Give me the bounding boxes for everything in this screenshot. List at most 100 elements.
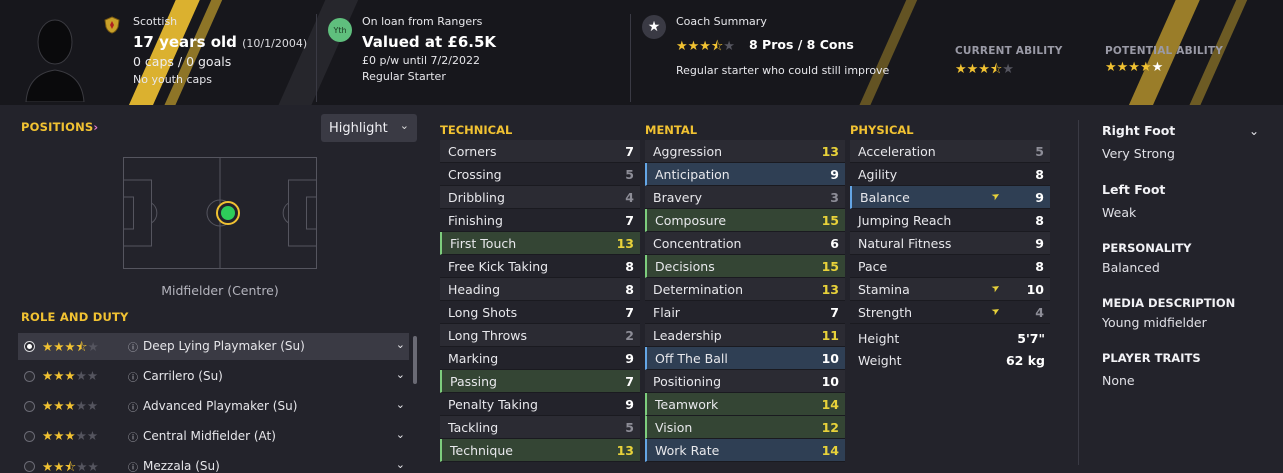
role-radio[interactable] <box>24 371 35 382</box>
attribute-row[interactable]: Vision 12 <box>645 416 845 439</box>
trend-arrow-icon: ➤ <box>989 189 1003 204</box>
attribute-name: Positioning <box>653 374 721 389</box>
attribute-value: 2 <box>625 328 634 343</box>
attribute-row[interactable]: Natural Fitness 9 <box>850 232 1050 255</box>
age-text: 17 years old (10/1/2004) <box>133 33 307 51</box>
attribute-row[interactable]: Balance ➤ 9 <box>850 186 1050 209</box>
attribute-row[interactable]: Corners 7 <box>440 140 640 163</box>
technical-title: TECHNICAL <box>440 123 513 137</box>
attribute-value: 4 <box>625 190 634 205</box>
info-icon[interactable]: ⓘ <box>128 429 138 444</box>
chevron-down-icon[interactable]: ⌄ <box>396 368 405 381</box>
attribute-row[interactable]: Penalty Taking 9 <box>440 393 640 416</box>
position-caption: Midfielder (Centre) <box>161 283 279 298</box>
role-row[interactable]: ★★★★★ ⓘ Central Midfielder (At) ⌄ <box>18 423 409 450</box>
attribute-row[interactable]: Teamwork 14 <box>645 393 845 416</box>
attribute-value: 7 <box>625 374 634 389</box>
attribute-name: Determination <box>653 282 744 297</box>
attribute-row[interactable]: Long Shots 7 <box>440 301 640 324</box>
attribute-row[interactable]: Stamina ➤ 10 <box>850 278 1050 301</box>
role-radio[interactable] <box>24 431 35 442</box>
role-stars: ★★★★★ <box>42 398 99 413</box>
attribute-value: 15 <box>821 213 839 228</box>
role-row[interactable]: ★★★★★ ⓘ Carrilero (Su) ⌄ <box>18 363 409 390</box>
chevron-down-icon[interactable]: ⌄ <box>396 398 405 411</box>
nation-crest-icon <box>104 16 120 34</box>
attribute-name: Strength <box>858 305 913 320</box>
attribute-row[interactable]: Jumping Reach 8 <box>850 209 1050 232</box>
attribute-row[interactable]: Acceleration 5 <box>850 140 1050 163</box>
info-icon[interactable]: ⓘ <box>128 369 138 384</box>
attribute-row[interactable]: First Touch 13 <box>440 232 640 255</box>
position-pitch <box>123 157 317 269</box>
positions-title-text: POSITIONS <box>21 120 94 134</box>
attribute-row[interactable]: Determination 13 <box>645 278 845 301</box>
info-icon[interactable]: ⓘ <box>128 399 138 414</box>
attribute-row[interactable]: Bravery 3 <box>645 186 845 209</box>
role-list-scrollbar[interactable] <box>413 336 417 384</box>
role-row[interactable]: ★★★★★ ⓘ Advanced Playmaker (Su) ⌄ <box>18 393 409 420</box>
attribute-value: 9 <box>1035 190 1044 205</box>
chevron-down-icon[interactable]: ⌄ <box>396 428 405 441</box>
attribute-row[interactable]: Aggression 13 <box>645 140 845 163</box>
attribute-row[interactable]: Positioning 10 <box>645 370 845 393</box>
position-marker <box>221 206 235 220</box>
attribute-value: 8 <box>1035 259 1044 274</box>
role-name: Mezzala (Su) <box>143 459 220 473</box>
attribute-row[interactable]: Anticipation 9 <box>645 163 845 186</box>
attribute-row[interactable]: Free Kick Taking 8 <box>440 255 640 278</box>
attribute-name: Off The Ball <box>655 351 728 366</box>
attribute-row[interactable]: Dribbling 4 <box>440 186 640 209</box>
role-radio[interactable] <box>24 401 35 412</box>
role-row[interactable]: ★★★⯪★ ⓘ Deep Lying Playmaker (Su) ⌄ <box>18 333 409 360</box>
left-foot-value: Weak <box>1102 205 1137 220</box>
attribute-row[interactable]: Technique 13 <box>440 439 640 462</box>
attribute-row[interactable]: Flair 7 <box>645 301 845 324</box>
chevron-down-icon[interactable]: ⌄ <box>396 458 405 471</box>
chevron-down-icon[interactable]: ⌄ <box>1249 124 1259 138</box>
attribute-row[interactable]: Crossing 5 <box>440 163 640 186</box>
positions-title[interactable]: POSITIONS› <box>21 120 98 134</box>
coach-star-icon: ★ <box>642 15 666 39</box>
attribute-name: Concentration <box>653 236 742 251</box>
attribute-name: Finishing <box>448 213 503 228</box>
role-radio[interactable] <box>24 341 35 352</box>
attribute-value: 13 <box>616 236 634 251</box>
attribute-row[interactable]: Work Rate 14 <box>645 439 845 462</box>
attribute-row[interactable]: Leadership 11 <box>645 324 845 347</box>
attribute-row[interactable]: Decisions 15 <box>645 255 845 278</box>
attribute-row[interactable]: Composure 15 <box>645 209 845 232</box>
potential-ability-stars: ★★★★★ <box>1105 60 1164 75</box>
attribute-row[interactable]: Strength ➤ 4 <box>850 301 1050 324</box>
highlight-dropdown[interactable]: Highlight ⌄ <box>321 114 417 142</box>
attribute-row[interactable]: Concentration 6 <box>645 232 845 255</box>
attribute-value: 9 <box>830 167 839 182</box>
attribute-row[interactable]: Pace 8 <box>850 255 1050 278</box>
info-icon[interactable]: ⓘ <box>128 339 138 354</box>
pros-cons-text[interactable]: 8 Pros / 8 Cons <box>749 37 854 52</box>
attribute-row[interactable]: Passing 7 <box>440 370 640 393</box>
attribute-name: Balance <box>860 190 910 205</box>
header-divider <box>316 14 317 102</box>
role-radio[interactable] <box>24 461 35 472</box>
attribute-name: First Touch <box>450 236 517 251</box>
attribute-row[interactable]: Agility 8 <box>850 163 1050 186</box>
attribute-row[interactable]: Off The Ball 10 <box>645 347 845 370</box>
attribute-value: 13 <box>821 282 839 297</box>
player-traits-value: None <box>1102 373 1135 388</box>
attribute-name: Passing <box>450 374 497 389</box>
club-badge-icon[interactable]: Yth <box>328 18 352 42</box>
attribute-name: Heading <box>448 282 501 297</box>
role-row[interactable]: ★★⯪★★ ⓘ Mezzala (Su) ⌄ <box>18 453 409 473</box>
chevron-down-icon[interactable]: ⌄ <box>396 338 405 351</box>
attribute-row[interactable]: Tackling 5 <box>440 416 640 439</box>
attribute-row[interactable]: Marking 9 <box>440 347 640 370</box>
chevron-right-icon: › <box>93 120 99 134</box>
coach-summary-title[interactable]: Coach Summary <box>676 15 767 28</box>
info-icon[interactable]: ⓘ <box>128 459 138 473</box>
attribute-name: Penalty Taking <box>448 397 538 412</box>
attribute-row[interactable]: Heading 8 <box>440 278 640 301</box>
attribute-row[interactable]: Long Throws 2 <box>440 324 640 347</box>
attribute-row[interactable]: Finishing 7 <box>440 209 640 232</box>
loan-status-text[interactable]: On loan from Rangers <box>362 15 482 28</box>
